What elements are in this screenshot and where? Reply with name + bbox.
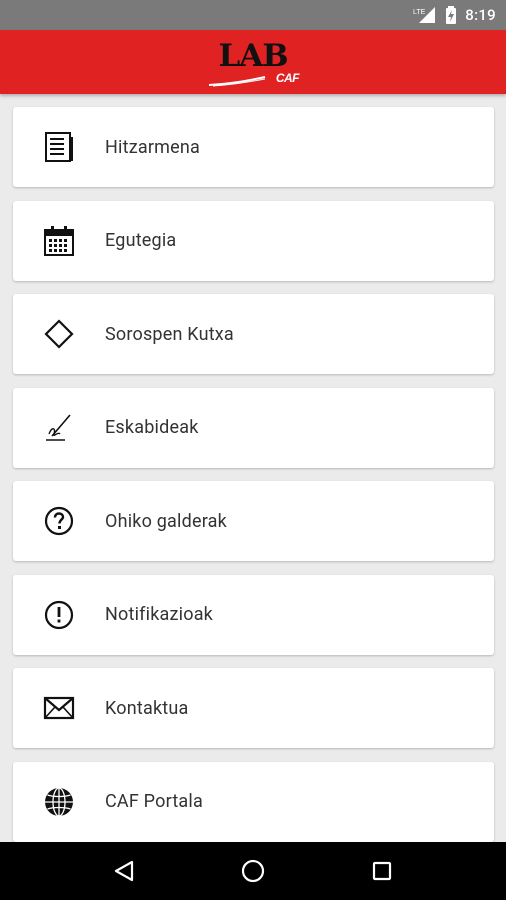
menu-item-sorospen-kutxa[interactable]: Sorospen Kutxa [13,294,494,374]
menu-item-label: CAF Portala [105,791,203,812]
menu-item-label: Sorospen Kutxa [105,323,234,345]
main-menu: Hitzarmena Egutegia Sorospen Kutxa Eskab… [13,107,494,855]
question-circle-icon [13,481,105,561]
menu-item-notifikazioak[interactable]: Notifikazioak [13,574,494,655]
logo-swoosh [208,76,266,87]
navigation-bar [0,842,506,900]
svg-text:LTE: LTE [413,9,426,16]
menu-item-ohiko-galderak[interactable]: Ohiko galderak [13,481,494,561]
menu-item-kontaktua[interactable]: Kontaktua [13,668,494,748]
menu-item-egutegia[interactable]: Egutegia [13,200,494,281]
menu-item-label: Egutegia [105,230,177,251]
app-bar: LAB CAF [0,30,506,94]
menu-item-hitzarmena[interactable]: Hitzarmena [13,107,494,187]
lte-signal-icon: LTE [413,6,437,24]
home-icon [241,859,265,883]
lab-caf-logo: LAB CAF [207,37,300,87]
menu-item-label: Ohiko galderak [105,510,227,532]
envelope-icon [13,668,105,748]
home-button[interactable] [223,842,283,900]
logo-text: LAB [218,38,288,74]
back-button[interactable] [94,842,154,900]
menu-item-label: Kontaktua [105,697,189,719]
menu-item-eskabideak[interactable]: Eskabideak [13,387,494,468]
recents-icon [372,861,391,881]
signature-pen-icon [13,388,105,468]
diamond-icon [13,294,105,374]
document-icon [13,107,105,187]
exclamation-circle-icon [13,575,105,655]
back-icon [115,860,134,882]
status-bar: LTE 8:19 [0,0,506,30]
recents-button[interactable] [352,842,412,900]
menu-item-label: Notifikazioak [105,604,214,625]
menu-item-label: Hitzarmena [105,136,200,158]
battery-icon [445,6,457,24]
globe-icon [13,762,105,842]
menu-item-label: Eskabideak [105,417,199,438]
calendar-icon [13,201,105,281]
menu-item-caf-portala[interactable]: CAF Portala [13,761,494,842]
status-time: 8:19 [465,6,496,24]
logo-subtext: CAF [275,71,300,85]
